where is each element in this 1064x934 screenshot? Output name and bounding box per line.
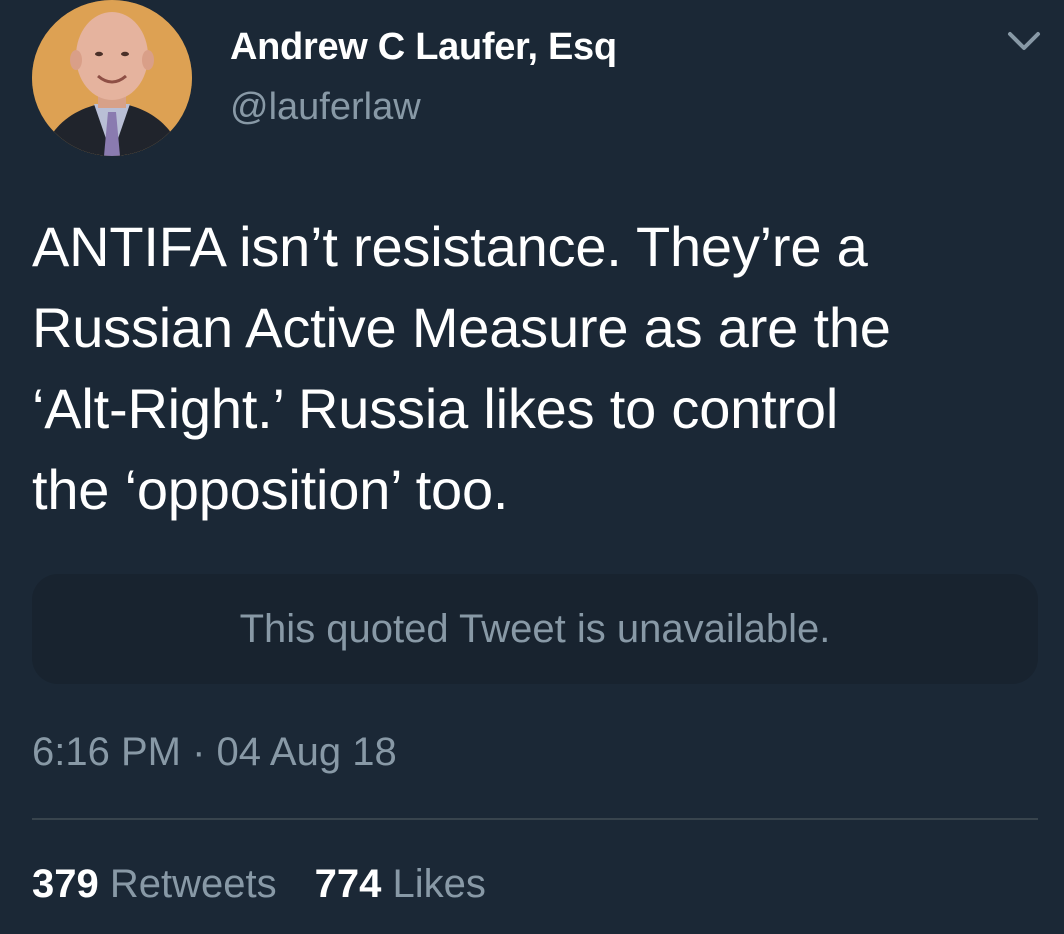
quoted-tweet-unavailable-text: This quoted Tweet is unavailable.	[239, 606, 831, 651]
divider	[32, 818, 1038, 820]
tweet-text: ANTIFA isn’t resistance. They’re a Russi…	[32, 215, 891, 521]
quoted-tweet-card[interactable]: This quoted Tweet is unavailable.	[32, 574, 1038, 684]
chevron-down-icon[interactable]	[1004, 26, 1044, 56]
author-avatar[interactable]	[32, 0, 192, 156]
tweet-stats: 379 Retweets 774 Likes	[32, 862, 524, 907]
avatar-image	[32, 0, 192, 156]
retweets-stat[interactable]: 379 Retweets	[32, 862, 277, 907]
retweets-count: 379	[32, 862, 99, 906]
likes-label: Likes	[392, 862, 486, 906]
author-display-name[interactable]: Andrew C Laufer, Esq	[230, 26, 617, 69]
likes-count: 774	[314, 862, 382, 906]
tweet-timestamp[interactable]: 6:16 PM · 04 Aug 18	[32, 730, 397, 775]
author-handle[interactable]: @lauferlaw	[230, 86, 421, 129]
retweets-label: Retweets	[109, 862, 277, 906]
likes-stat[interactable]: 774 Likes	[315, 862, 486, 907]
